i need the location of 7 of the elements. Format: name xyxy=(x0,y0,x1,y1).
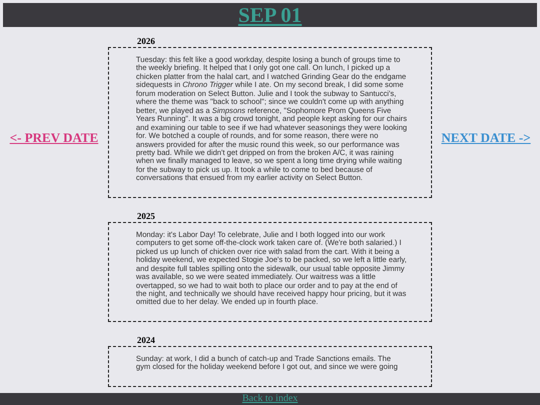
year-heading: 2024 xyxy=(137,334,156,346)
back-to-index-link[interactable]: Back to index xyxy=(242,393,298,405)
date-title-link[interactable]: SEP 01 xyxy=(238,2,302,28)
prev-date-link[interactable]: <- PREV DATE xyxy=(10,130,98,146)
next-date-link[interactable]: NEXT DATE -> xyxy=(441,130,531,146)
year-heading: 2026 xyxy=(137,35,156,47)
year-heading: 2025 xyxy=(137,210,156,222)
